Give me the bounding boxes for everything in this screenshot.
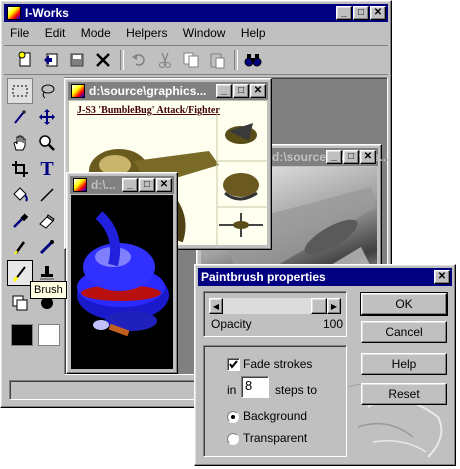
zoom-icon[interactable] (34, 130, 60, 156)
doc3-maximize-button[interactable]: □ (343, 150, 359, 164)
ok-button[interactable]: OK (360, 292, 448, 316)
paintbrush-properties-dialog: Paintbrush properties ✕ ◀ ▶ Opacity 100 … (194, 264, 456, 466)
dialog-title-bar[interactable]: Paintbrush properties ✕ (198, 268, 452, 286)
clone-icon[interactable] (34, 234, 60, 260)
new-icon[interactable] (12, 47, 38, 73)
open-icon[interactable] (38, 47, 64, 73)
scroll-right-button[interactable]: ▶ (327, 298, 341, 314)
main-window-title: I-Works (25, 6, 69, 20)
find-icon[interactable] (240, 47, 266, 73)
doc1-minimize-button[interactable]: _ (216, 84, 232, 98)
cancel-button-label: Cancel (385, 325, 423, 339)
background-radio[interactable] (227, 411, 239, 423)
lasso-icon[interactable] (34, 78, 60, 104)
move-icon[interactable] (34, 104, 60, 130)
ok-button-label: OK (395, 297, 413, 311)
close-icon[interactable] (90, 47, 116, 73)
help-button-label: Help (391, 357, 417, 371)
line-icon[interactable] (34, 182, 60, 208)
dialog-title: Paintbrush properties (201, 270, 326, 284)
doc1-icon[interactable] (71, 84, 85, 98)
save-icon[interactable] (64, 47, 90, 73)
doc2-maximize-button[interactable]: □ (139, 178, 155, 192)
app-icon[interactable] (7, 6, 21, 20)
menu-helpers[interactable]: Helpers (120, 23, 173, 43)
rect-select-icon[interactable] (7, 78, 33, 104)
magic-wand-icon[interactable] (7, 104, 33, 130)
paste-icon[interactable] (204, 47, 230, 73)
background-color-swatch[interactable] (38, 324, 60, 346)
document-window-2-title: d:\... (91, 178, 116, 192)
hand-icon[interactable] (7, 130, 33, 156)
opacity-value: 100 (323, 317, 344, 331)
cut-icon[interactable] (152, 47, 178, 73)
doc2-minimize-button[interactable]: _ (122, 178, 138, 192)
menu-bar: File Edit Mode Helpers Window Help (4, 23, 272, 43)
eyedropper-icon[interactable] (7, 208, 33, 234)
doc2-close-button[interactable]: ✕ (156, 178, 172, 192)
fade-strokes-checkbox[interactable] (227, 358, 240, 371)
pen-icon[interactable] (7, 234, 33, 260)
undo-icon[interactable] (126, 47, 152, 73)
eraser-icon[interactable] (34, 208, 60, 234)
fade-strokes-label: Fade strokes (243, 357, 313, 371)
transparent-radio-label: Transparent (243, 431, 308, 445)
foreground-color-swatch[interactable] (11, 324, 33, 346)
doc2-icon[interactable] (73, 178, 87, 192)
steps-input-value: 8 (245, 378, 253, 393)
document-2-canvas[interactable] (71, 195, 173, 369)
help-button[interactable]: Help (361, 353, 447, 375)
doc3-close-button[interactable]: ✕ (360, 150, 376, 164)
dialog-close-button[interactable]: ✕ (434, 270, 450, 284)
menu-window[interactable]: Window (177, 23, 232, 43)
reset-button[interactable]: Reset (361, 383, 447, 405)
scroll-left-button[interactable]: ◀ (209, 298, 223, 314)
doc1-maximize-button[interactable]: □ (233, 84, 249, 98)
document-window-1-title-bar[interactable]: d:\source\graphics... _ □ ✕ (68, 82, 268, 100)
close-window-button[interactable]: ✕ (370, 6, 386, 20)
doc1-close-button[interactable]: ✕ (250, 84, 266, 98)
brush-tooltip: Brush (30, 281, 67, 299)
in-label: in (227, 383, 237, 397)
toolbar-separator (234, 50, 238, 70)
toolbar-separator (120, 50, 124, 70)
steps-input[interactable]: 8 (241, 376, 269, 398)
main-title-bar[interactable]: I-Works _ □ ✕ (4, 4, 388, 22)
checkmark-icon (229, 360, 238, 369)
toolbar (4, 45, 388, 75)
minimize-button[interactable]: _ (336, 6, 352, 20)
cancel-button[interactable]: Cancel (361, 321, 447, 343)
maximize-button[interactable]: □ (353, 6, 369, 20)
document-window-2[interactable]: d:\... _ □ ✕ (66, 172, 178, 374)
reset-button-label: Reset (388, 387, 420, 401)
tooltip-text: Brush (34, 284, 63, 296)
transparent-radio[interactable] (227, 433, 239, 445)
opacity-label: Opacity (211, 317, 252, 331)
menu-help[interactable]: Help (235, 23, 272, 43)
copy-icon[interactable] (178, 47, 204, 73)
text-icon[interactable]: T (34, 156, 60, 182)
menu-mode[interactable]: Mode (75, 23, 117, 43)
tool-palette: T (4, 77, 62, 377)
steps-to-label: steps to (275, 383, 318, 397)
document-window-1-title: d:\source\graphics... (89, 84, 207, 98)
blue-spinner-artwork-image (77, 211, 169, 337)
menu-file[interactable]: File (4, 23, 35, 43)
slider-thumb[interactable] (311, 298, 327, 314)
crop-icon[interactable] (7, 156, 33, 182)
menu-edit[interactable]: Edit (39, 23, 72, 43)
document-window-2-title-bar[interactable]: d:\... _ □ ✕ (70, 176, 174, 194)
radio-dot-icon (231, 415, 235, 419)
opacity-slider[interactable]: ◀ ▶ (209, 298, 341, 314)
background-radio-label: Background (243, 409, 308, 423)
doc3-minimize-button[interactable]: _ (326, 150, 342, 164)
fill-icon[interactable] (7, 182, 33, 208)
